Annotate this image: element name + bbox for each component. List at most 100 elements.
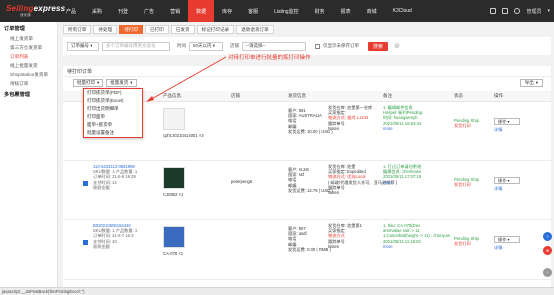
dropdown-menu-item[interactable]: 面单+拣货单 [84,121,142,129]
order-tab[interactable]: 已发货 [170,25,195,34]
status-sub: 发货打印 [454,182,471,188]
sidebar-item[interactable]: 第三方仓发货单 [0,43,57,52]
table-row: 113-5423113-0581899 SKU数量: 1 产品数量: 1 订单时间:… [63,161,551,220]
nav-item[interactable]: 产品 [58,0,84,22]
brand-logo[interactable]: Sellingexpress 速卖通 [0,0,65,22]
detail-link[interactable]: 详情 [494,127,502,132]
operation-dropdown[interactable]: 操作 ▾ [494,236,520,243]
top-right-tools: 管理员 ▾ [490,0,550,22]
ship-info: 客户: 507 国家: asdf 电话 邮编 发货运费: 0.00 ( RMB ) [288,226,331,252]
ship-detail-line: Notes [328,125,339,131]
notification-icon[interactable] [502,8,509,14]
sidebar-item[interactable]: 待核订单 [0,79,57,88]
order-detail-line: 收款金额 [93,243,110,249]
avatar[interactable] [514,8,521,14]
table-header-cell: 产品信息 [163,93,181,98]
batch-print-button[interactable]: 批量打印 ▾ [73,79,104,87]
nav-item[interactable]: 报表 [333,0,359,22]
shop-name: peterpeng5 [231,179,253,184]
nav-item[interactable]: 广告 [136,0,162,22]
nav-item[interactable]: 客服 [240,0,266,22]
nav-item[interactable]: K3Cloud [385,0,420,22]
product-image[interactable] [163,108,185,130]
order-tab[interactable]: 退款退货订单 [236,25,274,34]
order-tab[interactable]: 待处理 [93,25,118,34]
table-header-cell: 备注 [383,93,392,98]
nav-item[interactable]: 财务 [307,0,333,22]
sidebar: 订单管理 线上发货单 第三方仓发货单 订单列表 线上批量发货 Shopstation发货单… [0,22,58,287]
sidebar-group-title[interactable]: 多包裹管理 [0,88,57,100]
dropdown-menu-item[interactable]: 批量设置备注 [84,129,142,137]
note-more-link[interactable]: more [383,180,421,185]
help-float-button[interactable]: ? [543,232,552,241]
export-button[interactable]: 导出 ▾ [519,79,543,87]
time-label: 时间 [177,43,186,48]
nav-item[interactable]: 商城 [359,0,385,22]
nav-item[interactable]: 库存 [214,0,240,22]
order-status: Pending Ship 发货打印 [454,177,479,187]
batch-ship-button[interactable]: 批量发货 ▾ [106,79,137,87]
nav-item[interactable]: 采购 [84,0,110,22]
brand-sub: 速卖通 [20,13,31,17]
only-unsaved-checkbox[interactable] [315,43,320,49]
status-sub: 发货打印 [454,123,471,129]
order-tab[interactable]: 待打印 [119,25,143,34]
search-button[interactable]: 搜索 [368,41,389,51]
order-tab[interactable]: 标记打印记录 [196,25,235,34]
row-checkbox[interactable] [83,181,88,186]
user-name[interactable]: 管理员 [526,8,541,15]
filter-clear-icon[interactable]: ⊘ [394,42,400,50]
ship-info: 客户: 591 国家: AUSTRALIA 电话 邮编 发货运费: 10.00 ( US… [288,108,333,134]
sidebar-item[interactable]: 订单列表 [0,52,57,61]
browser-status-bar: javascript:__doPostBack('btnPickingExcel… [0,287,554,295]
ship-detail-line: 发货运费: 0.00 ( RMB ) [288,246,331,252]
shop-label: 店铺 [230,43,239,48]
product-sku: CA-078 ×1 [163,251,184,256]
sidebar-item[interactable]: Shopstation发货单 [0,70,57,79]
order-tab[interactable]: 已打印 [144,25,169,34]
product-image[interactable] [163,226,185,248]
scroll-top-button[interactable]: ↑ [543,268,552,277]
ship-detail-line: Notes [328,243,339,249]
ship-detail-line: 发货运费: 12.79 ( USD ) [288,187,333,193]
time-select[interactable]: 60天以内 ▾ [189,41,223,51]
product-image[interactable] [163,167,185,189]
settings-icon[interactable] [490,8,497,14]
search-input[interactable]: 多个订单编号用英文逗号 [102,41,170,51]
note-more-link[interactable]: more [383,126,422,131]
dropdown-menu-item[interactable]: 打印拣货单(PDF) [84,89,142,97]
note-more-link[interactable]: more [383,244,450,249]
nav-item[interactable]: 营销 [162,0,188,22]
nav-item[interactable]: 数据 [188,0,215,22]
detail-link[interactable]: 详情 [494,186,502,191]
shop-select[interactable]: --请选择-- [242,41,306,51]
main-content: 所有订单 待处理 待打印 已打印 已发货 标记打印记录 退款退货订单 订单编号 ▾ 多个订单… [63,22,551,287]
operation-dropdown[interactable]: 操作 ▾ [494,118,520,125]
chevron-down-icon[interactable]: ▾ [547,8,550,14]
order-detail-line: 订单时间: 21-5-8 19:39 [93,174,136,180]
dropdown-menu-item[interactable]: 打印拣货单(Excel) [84,97,142,105]
batch-print-dropdown: 打印拣货单(PDF) 打印拣货单(Excel) 打印出货明细单 打印面单 面单+拣货单批… [83,88,143,138]
order-info: 113-5423113-0581899 SKU数量: 1 产品数量: 1 订单时间:… [93,164,137,190]
dropdown-menu-item[interactable]: 打印面单 [84,113,142,121]
order-detail-line: 订单时间: 21-5-7 16:3 [93,233,134,239]
operation-dropdown[interactable]: 操作 ▾ [494,177,520,184]
nav-item[interactable]: 刊登 [110,0,136,22]
order-tab[interactable]: 所有订单 [63,25,92,34]
dropdown-menu-item[interactable]: 打印出货明细单 [84,105,142,113]
table-row: B020210506154440 SKU数量: 1 产品数量: 1 订单时间: 21… [63,220,551,280]
sidebar-group-title[interactable]: 订单管理 [0,22,57,34]
top-navigation-bar: Sellingexpress 速卖通 产品 采购 刊登 广告 营销 数据 库存 客服 Listi… [0,0,554,22]
order-info: B020210506154440 SKU数量: 1 产品数量: 1 订单时间: 21… [93,223,137,249]
row-checkbox[interactable] [83,240,88,245]
table-header-cell: 状态 [454,93,463,98]
table-header-cell: 发货信息 [288,93,306,98]
type-select[interactable]: 订单编号 ▾ [67,41,99,51]
note-info: 1. 编辑邮件信息 Hospel: 新利Pending 时间: huangwenyh… [383,105,422,131]
sidebar-item[interactable]: 线上发货单 [0,34,57,43]
ship-detail-line: 物流方式: 雅鸿 L1234 [328,115,369,121]
chat-float-button[interactable]: ✉ [543,246,552,255]
sidebar-item[interactable]: 线上批量发货 [0,61,57,70]
nav-item[interactable]: Listing监控 [266,0,306,22]
detail-link[interactable]: 详情 [494,245,502,250]
